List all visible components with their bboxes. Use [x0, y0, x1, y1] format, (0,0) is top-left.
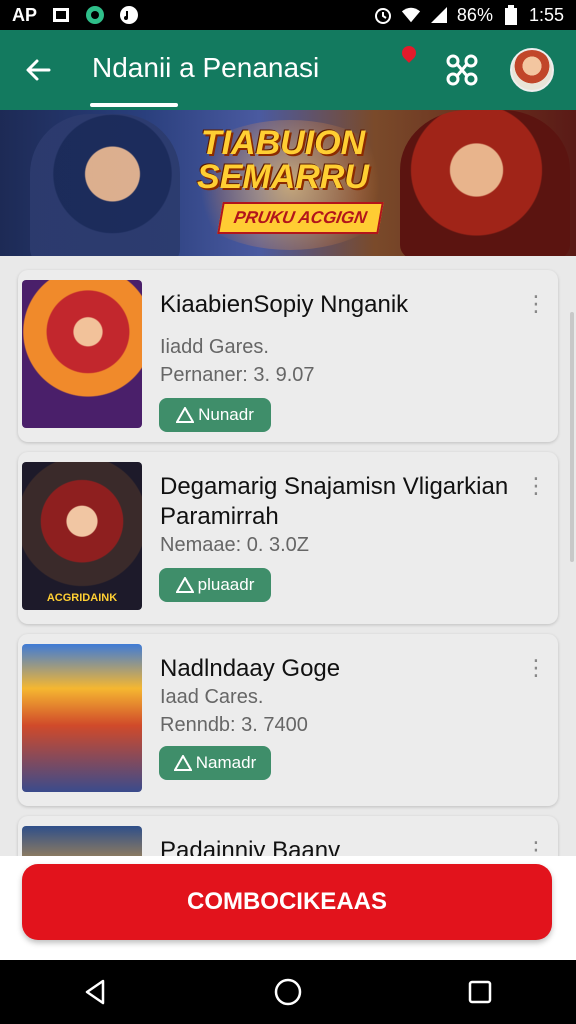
primary-action-button[interactable]: COMBOCIKEAAS: [22, 864, 552, 940]
banner-hero-right: [400, 110, 570, 256]
thumbnail-label: ACGRIDAINK: [46, 592, 118, 604]
page-title: Ndanii a Penanasi: [92, 52, 320, 83]
list-item[interactable]: KiaabienSopiy Nnganik Iiadd Gares. Perna…: [18, 270, 558, 442]
install-triangle-icon: [175, 577, 194, 593]
avatar[interactable]: [510, 48, 554, 92]
install-button-label: Nunadr: [198, 405, 254, 424]
game-list: KiaabienSopiy Nnganik Iiadd Gares. Perna…: [0, 256, 576, 960]
clock: 1:55: [528, 4, 564, 25]
system-nav-bar: [0, 960, 576, 1024]
install-button[interactable]: pluaadr: [159, 568, 271, 602]
music-icon: [119, 5, 139, 25]
back-triangle-icon: [85, 979, 105, 1005]
more-options-icon[interactable]: ⋮: [525, 473, 547, 498]
game-version: Nemaae: 0. 3.0Z: [160, 534, 309, 556]
share-network-icon: [446, 54, 478, 86]
notification-pin-icon: [399, 43, 419, 63]
game-category: Iiadd Gares.: [160, 336, 269, 358]
nav-home-button[interactable]: [258, 962, 318, 1022]
alarm-icon: [373, 5, 393, 25]
nav-recents-button[interactable]: [450, 962, 510, 1022]
list-item[interactable]: ACGRIDAINK Degamarig Snajamisn Vligarkia…: [18, 452, 558, 624]
install-button[interactable]: Nunadr: [159, 398, 271, 432]
more-options-icon[interactable]: ⋮: [525, 655, 547, 680]
promo-banner[interactable]: TIABUION SEMARRU PRUKU ACGIGN: [0, 110, 576, 256]
install-button-label: pluaadr: [197, 575, 255, 594]
game-version: Pernaner: 3. 9.07: [160, 364, 315, 386]
battery-icon: [501, 5, 521, 25]
scrollbar[interactable]: [570, 312, 574, 562]
banner-subtitle: PRUKU ACGIGN: [217, 202, 384, 234]
battery-percent: 86%: [456, 4, 493, 25]
banner-title: TIABUION SEMARRU: [197, 124, 369, 196]
game-title: KiaabienSopiy Nnganik: [160, 291, 409, 318]
photo-icon: [51, 5, 71, 25]
game-category: Iaad Cares.: [160, 686, 264, 708]
install-button[interactable]: Namadr: [159, 746, 271, 780]
more-options-icon[interactable]: ⋮: [525, 291, 547, 316]
nav-back-button[interactable]: [66, 962, 126, 1022]
share-button[interactable]: [442, 50, 482, 90]
status-left-text: AP: [12, 4, 38, 25]
game-title: Nadlndaay Goge: [160, 655, 341, 682]
install-button-label: Namadr: [195, 753, 257, 772]
banner-hero-left: [30, 114, 180, 256]
arrow-left-icon: [26, 59, 51, 81]
game-thumbnail: ACGRIDAINK: [22, 462, 142, 610]
wifi-icon: [401, 5, 421, 25]
list-item[interactable]: Nadlndaay Goge Iaad Cares. Renndb: 3. 74…: [18, 634, 558, 806]
status-bar: AP 86% 1:55: [0, 0, 576, 30]
game-thumbnail: [22, 644, 142, 792]
game-thumbnail: [22, 280, 142, 428]
app-bar: Ndanii a Penanasi: [0, 30, 576, 110]
recents-square-icon: [468, 980, 492, 1004]
shield-icon: [85, 5, 105, 25]
title-tab-indicator: [90, 103, 178, 107]
signal-icon: [429, 5, 449, 25]
game-title: Degamarig Snajamisn Vligarkian Paramirra…: [160, 473, 509, 530]
install-triangle-icon: [176, 407, 195, 423]
game-version: Renndb: 3. 7400: [160, 714, 308, 736]
install-triangle-icon: [173, 755, 192, 771]
back-button[interactable]: [18, 50, 58, 90]
home-circle-icon: [274, 978, 302, 1006]
